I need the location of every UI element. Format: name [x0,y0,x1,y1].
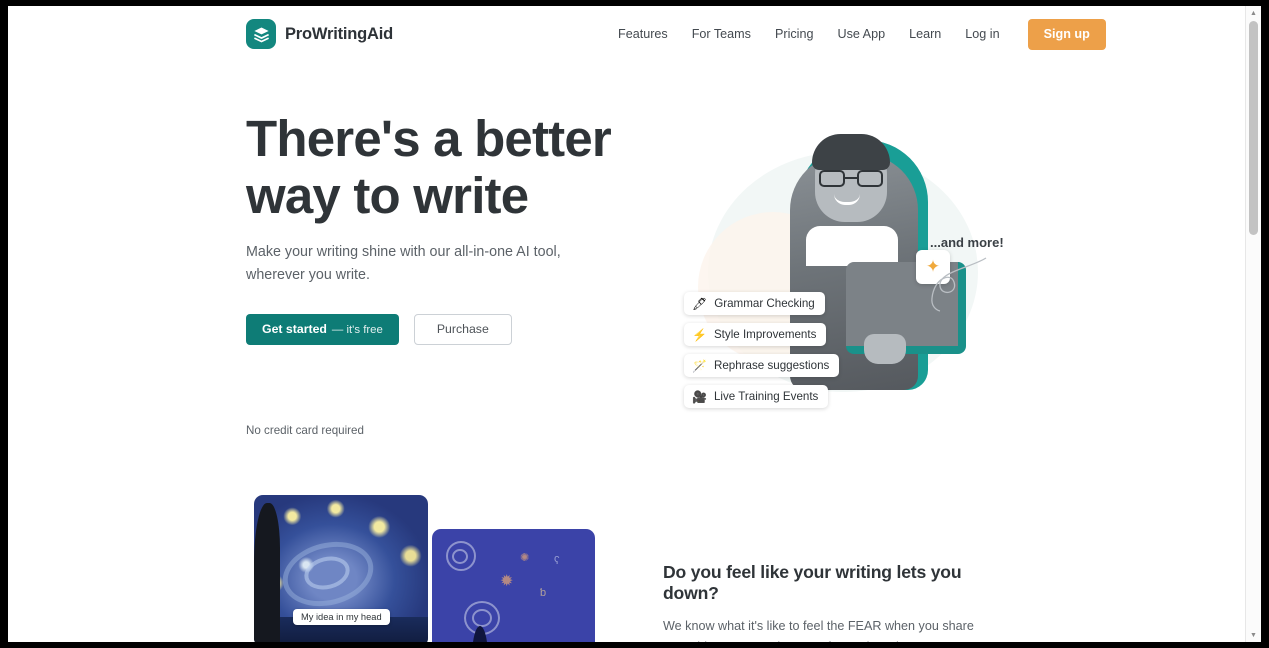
hero-cta-group: Get started — it's free Purchase [246,314,512,345]
site-header: ProWritingAid Features For Teams Pricing… [8,6,1245,62]
feature-chip-label: Live Training Events [713,390,819,403]
nav-item-features[interactable]: Features [606,19,680,49]
doodle-mark: ✺ [520,552,530,564]
curly-pointer-line [931,257,987,312]
person-shirt [806,226,898,266]
get-started-note: — it's free [331,324,383,336]
hero-illustration: ✦ ...and more! 🖋 Grammar Checking ⚡ Styl… [668,102,1028,432]
lightning-bolt-icon: ⚡ [692,327,707,342]
glasses-icon [819,170,883,187]
person-hair [812,134,890,170]
feature-chip-live-training-events[interactable]: 🎥 Live Training Events [684,385,829,408]
doodle-mark: ʕ [554,555,560,567]
feature-chip-label: Style Improvements [713,328,817,341]
feature-chip-list: 🖋 Grammar Checking ⚡ Style Improvements … [684,292,909,416]
sign-up-button[interactable]: Sign up [1027,18,1106,50]
brand-logo[interactable]: ProWritingAid [246,19,393,49]
scrollbar-thumb[interactable] [1249,21,1258,235]
vertical-scrollbar[interactable]: ▲ ▼ [1245,6,1261,642]
feature-chip-label: Rephrase suggestions [713,359,830,372]
no-credit-card-note: No credit card required [246,424,364,437]
nav-item-learn[interactable]: Learn [897,19,953,49]
scroll-up-arrow[interactable]: ▲ [1246,6,1261,20]
nav-item-pricing[interactable]: Pricing [763,19,826,49]
magic-wand-icon: 🪄 [692,358,707,373]
doodle-swirl [472,609,492,627]
feature-chip-grammar-checking[interactable]: 🖋 Grammar Checking [684,292,825,315]
page-content: ProWritingAid Features For Teams Pricing… [8,6,1245,642]
section2-paragraph: We know what it's like to feel the FEAR … [663,619,992,642]
feature-chip-style-improvements[interactable]: ⚡ Style Improvements [684,323,827,346]
section2-title: Do you feel like your writing lets you d… [663,562,962,603]
feature-chip-rephrase-suggestions[interactable]: 🪄 Rephrase suggestions [684,354,840,377]
nav-item-for-teams[interactable]: For Teams [680,19,763,49]
get-started-label: Get started [262,322,327,336]
doodle-swirl [452,549,468,564]
doodle-mark: ƅ [540,587,547,599]
video-camera-icon: 🎥 [692,389,707,404]
writing-lets-you-down-section: My idea in my head ✺ ʕ ✹ ƅ Do you feel l… [8,492,1245,642]
hero-title: There's a better way to write [246,110,612,224]
section2-illustration: My idea in my head ✺ ʕ ✹ ƅ [246,492,606,642]
feature-chip-label: Grammar Checking [714,297,815,310]
main-navigation: Features For Teams Pricing Use App Learn… [606,18,1106,50]
quill-pen-icon: 🖋 [692,296,708,311]
purchase-button[interactable]: Purchase [413,314,512,345]
hero-section: There's a better way to write Make your … [8,62,1245,492]
doodle-mark: ✹ [500,573,514,590]
brand-name: ProWritingAid [285,24,394,43]
stacked-pages-icon [246,19,276,49]
get-started-button[interactable]: Get started — it's free [246,314,399,345]
section2-text: Do you feel like your writing lets you d… [663,562,1018,642]
and-more-label: ...and more! [930,235,1004,250]
nav-item-log-in[interactable]: Log in [953,19,1011,49]
hero-subtitle: Make your writing shine with our all-in-… [246,244,561,283]
image-caption: My idea in my head [293,609,390,625]
starry-cypress-tree [254,503,280,642]
blue-doodle-panel: ✺ ʕ ✹ ƅ [432,529,595,642]
scroll-down-arrow[interactable]: ▼ [1246,628,1261,642]
browser-viewport: ProWritingAid Features For Teams Pricing… [8,6,1261,642]
nav-item-use-app[interactable]: Use App [825,19,897,49]
